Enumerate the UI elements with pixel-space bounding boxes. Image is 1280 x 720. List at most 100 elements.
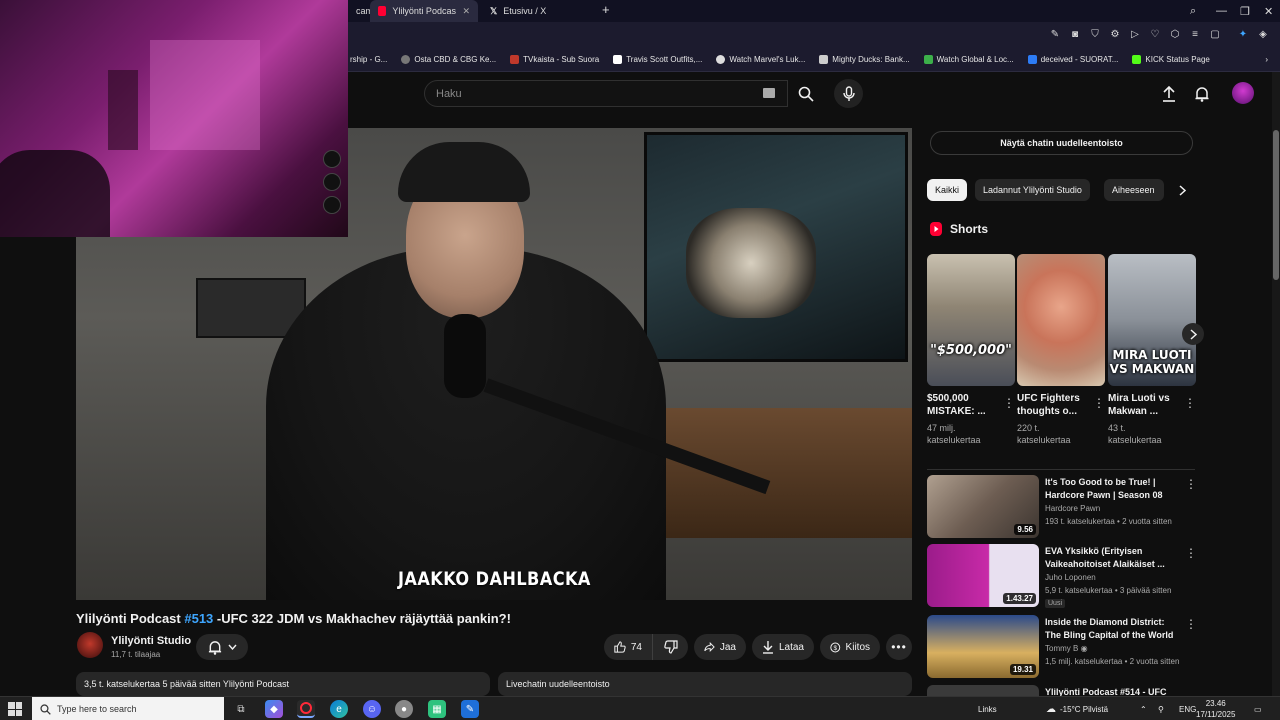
more-vertical-icon[interactable]: ⋮ (1185, 617, 1197, 631)
recommended-video[interactable]: 19.31 Inside the Diamond District: The B… (927, 615, 1197, 679)
bookmark-item[interactable]: Mighty Ducks: Bank... (819, 55, 910, 64)
channel-name[interactable]: Hardcore Pawn (1045, 504, 1100, 513)
notification-center-icon[interactable]: ▭ (1254, 697, 1262, 720)
discord-icon[interactable]: ☺ (363, 700, 381, 718)
extension-icon[interactable]: ✦ (1236, 27, 1250, 41)
cube-icon[interactable]: ⬡ (1168, 27, 1182, 41)
tray-overflow-icon[interactable]: ⌃ (1140, 697, 1147, 720)
upload-button[interactable] (1158, 83, 1180, 105)
shorts-next-button[interactable] (1182, 323, 1204, 345)
tab-search-icon[interactable]: ⌕ (1190, 0, 1196, 22)
chip-uploaded-by[interactable]: Ladannut Ylilyönti Studio (975, 179, 1090, 201)
keyboard-icon[interactable] (763, 88, 775, 98)
spreadsheet-icon[interactable]: ▦ (428, 700, 446, 718)
bookmarks-overflow-icon[interactable]: › (1265, 55, 1268, 64)
short-card[interactable]: UFC Fighters thoughts o... 220 t. katsel… (1017, 254, 1105, 446)
shield-icon[interactable]: ⛉ (1088, 27, 1102, 41)
live-chat-replay-panel[interactable]: Livechatin uudelleentoisto (498, 672, 912, 696)
recommended-video[interactable]: Ylilyönti Podcast #514 - UFC ... (927, 685, 1197, 696)
play-icon[interactable]: ▷ (1128, 27, 1142, 41)
task-view-icon[interactable]: ⧉ (232, 700, 250, 718)
edit-icon[interactable]: ✎ (1048, 27, 1062, 41)
short-thumbnail[interactable] (1017, 254, 1105, 386)
more-vertical-icon[interactable]: ⋮ (1184, 396, 1196, 410)
new-tab-button[interactable]: + (602, 2, 610, 17)
opera-gx-icon[interactable] (297, 700, 315, 718)
thanks-button[interactable]: $ Kiitos (820, 634, 880, 660)
bookmark-item[interactable]: TVkaista - Sub Suora (510, 55, 599, 64)
menu-icon[interactable]: ≡ (1188, 27, 1202, 41)
bookmark-item[interactable]: KICK Status Page (1132, 55, 1210, 64)
lock-icon[interactable]: ▢ (1208, 27, 1222, 41)
more-vertical-icon[interactable]: ⋮ (1185, 477, 1197, 491)
share-button[interactable]: Jaa (694, 634, 746, 660)
short-card[interactable]: "$500,000" $500,000 MISTAKE: ... 47 milj… (927, 254, 1015, 446)
description-channel-tag[interactable]: Ylilyönti Podcast (223, 679, 289, 689)
screenshot-icon[interactable]: ◙ (1068, 27, 1082, 41)
short-title[interactable]: Mira Luoti vs Makwan ... (1108, 392, 1180, 418)
channel-avatar[interactable] (77, 632, 103, 658)
windows-start-button[interactable] (8, 702, 22, 716)
subscription-bell-button[interactable] (196, 634, 248, 660)
bookmark-item[interactable]: deceived - SUORAT... (1027, 55, 1118, 64)
bookmark-item[interactable]: Watch Global & Loc... (923, 55, 1014, 64)
chips-next-button[interactable] (1172, 180, 1192, 200)
search-button[interactable] (788, 80, 824, 107)
video-title[interactable]: Inside the Diamond District: The Bling C… (1045, 616, 1175, 642)
close-tab-icon[interactable]: ✕ (462, 6, 470, 17)
system-clock[interactable]: 23.46 17/11/2025 (1196, 698, 1235, 720)
input-language[interactable]: ENG (1179, 697, 1196, 720)
bookmark-item[interactable]: Watch Marvel's Luk... (716, 55, 805, 64)
more-vertical-icon[interactable]: ⋮ (1003, 396, 1015, 410)
video-thumbnail[interactable] (927, 685, 1039, 696)
like-button[interactable]: 74 (604, 634, 652, 660)
short-thumbnail[interactable]: "$500,000" (927, 254, 1015, 386)
chip-all[interactable]: Kaikki (927, 179, 968, 201)
stream-app-icon[interactable]: ✎ (461, 700, 479, 718)
download-button[interactable]: Lataa (752, 634, 814, 660)
recommended-video[interactable]: 1.43.27 EVA Yksikkö (Erityisen Vaikeahoi… (927, 544, 1197, 608)
bookmark-item[interactable]: rship - G... (350, 55, 387, 64)
copilot-icon[interactable]: ◆ (265, 700, 283, 718)
video-title[interactable]: EVA Yksikkö (Erityisen Vaikeahoitoiset A… (1045, 545, 1175, 571)
minimize-button[interactable]: — (1216, 0, 1227, 22)
channel-name[interactable]: Ylilyönti Studio (111, 635, 191, 647)
more-vertical-icon[interactable]: ⋮ (1185, 546, 1197, 560)
video-thumbnail[interactable]: 9.56 (927, 475, 1039, 538)
scrollbar-thumb[interactable] (1273, 130, 1279, 280)
recommended-video[interactable]: 9.56 It's Too Good to be True! | Hardcor… (927, 475, 1197, 539)
video-title[interactable]: Ylilyönti Podcast #514 - UFC ... (1045, 686, 1175, 696)
browser-tab-youtube[interactable]: Ylilyönti Podcast #513 ✕ (370, 0, 478, 22)
channel-name[interactable]: Juho Loponen (1045, 573, 1096, 582)
dislike-button[interactable] (652, 634, 688, 660)
close-window-button[interactable]: ✕ (1264, 0, 1273, 22)
short-thumbnail[interactable]: MIRA LUOTI VS MAKWAN (1108, 254, 1196, 386)
video-title[interactable]: It's Too Good to be True! | Hardcore Paw… (1045, 476, 1175, 502)
translate-icon[interactable]: ⚙ (1108, 27, 1122, 41)
browser-tab-x[interactable]: 𝕏 Etusivu / X (482, 0, 554, 22)
bookmark-item[interactable]: Travis Scott Outfits,... (613, 55, 702, 64)
video-thumbnail[interactable]: 19.31 (927, 615, 1039, 678)
search-input[interactable]: Haku (424, 80, 788, 107)
more-vertical-icon[interactable]: ⋮ (1093, 396, 1105, 410)
description-box[interactable]: 3,5 t. katselukertaa 5 päivää sitten Yli… (76, 672, 490, 696)
voice-search-button[interactable] (834, 79, 863, 108)
bookmark-item[interactable]: Osta CBD & CBG Ke... (401, 55, 496, 64)
profile-icon[interactable]: ◈ (1256, 27, 1270, 41)
video-hashtag-link[interactable]: #513 (184, 611, 213, 626)
maximize-button[interactable]: ❐ (1240, 0, 1250, 22)
page-scrollbar[interactable] (1272, 72, 1280, 696)
account-avatar[interactable] (1232, 82, 1254, 104)
notifications-button[interactable] (1191, 83, 1213, 105)
network-icon[interactable]: ⚲ (1158, 697, 1164, 720)
video-thumbnail[interactable]: 1.43.27 (927, 544, 1039, 607)
heart-icon[interactable]: ♡ (1148, 27, 1162, 41)
links-toolbar[interactable]: Links (978, 697, 997, 720)
edge-icon[interactable]: e (330, 700, 348, 718)
app-icon[interactable]: ● (395, 700, 413, 718)
short-title[interactable]: $500,000 MISTAKE: ... (927, 392, 999, 418)
more-actions-button[interactable]: ••• (886, 634, 912, 660)
short-title[interactable]: UFC Fighters thoughts o... (1017, 392, 1089, 418)
weather-widget[interactable]: ☁ -15°C Pilvistä (1046, 697, 1108, 720)
channel-name[interactable]: Tommy B ◉ (1045, 644, 1088, 653)
